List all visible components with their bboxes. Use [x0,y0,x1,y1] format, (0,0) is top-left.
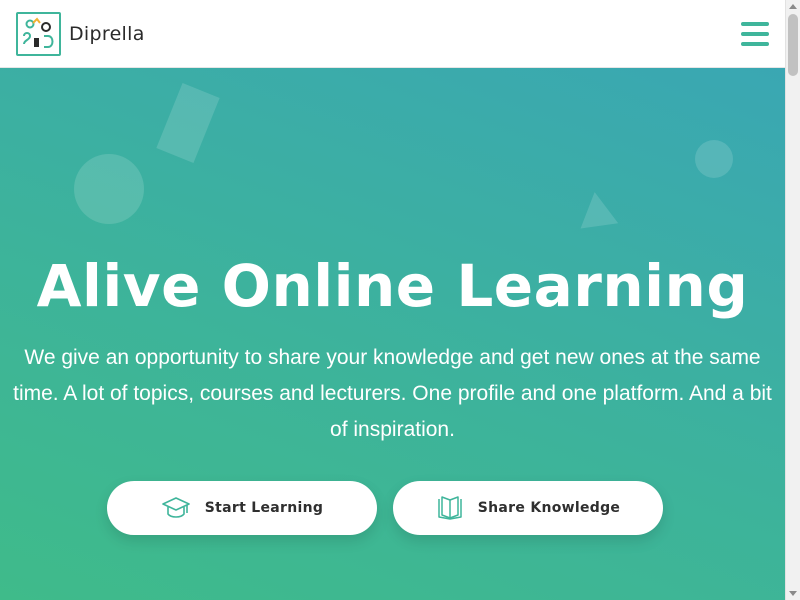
hero-section: Alive Online Learning We give an opportu… [0,68,785,600]
hamburger-menu-icon[interactable] [741,21,769,46]
menu-bar [741,41,769,46]
scrollbar-thumb[interactable] [788,14,798,76]
decorative-circle [695,140,733,178]
decorative-rectangle [156,83,220,163]
hero-title: Alive Online Learning [36,252,749,320]
start-learning-button[interactable]: Start Learning [107,481,377,535]
graduation-cap-icon [161,494,191,522]
open-book-icon [436,494,464,522]
menu-bar [741,21,769,26]
decorative-circle [74,154,144,224]
hero-subtitle: We give an opportunity to share your kno… [13,346,772,441]
share-knowledge-button[interactable]: Share Knowledge [393,481,663,535]
menu-bar [741,31,769,36]
share-knowledge-label: Share Knowledge [477,500,621,516]
diprella-logo-icon [16,11,61,56]
site-header: Diprella [0,0,785,68]
decorative-triangle [575,189,619,229]
brand-name: Diprella [69,22,145,45]
start-learning-label: Start Learning [204,500,324,516]
scroll-up-icon[interactable] [789,4,797,9]
brand-link[interactable]: Diprella [16,11,145,56]
vertical-scrollbar[interactable] [785,0,800,600]
scroll-down-icon[interactable] [789,591,797,596]
page: Diprella Alive Online Learning We give a… [0,0,800,600]
